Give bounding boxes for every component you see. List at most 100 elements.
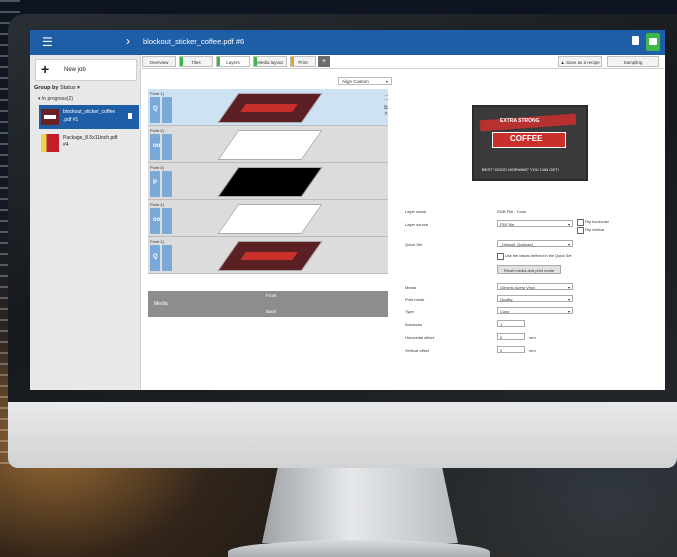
layer-type-control[interactable]: oo bbox=[150, 208, 160, 234]
tab-label: Layers bbox=[226, 60, 240, 65]
layer-type-glyph: oo bbox=[153, 217, 161, 223]
monitor-stand-base bbox=[228, 540, 490, 557]
tab-label: Tiles bbox=[191, 60, 201, 65]
preview-text: EXTRA STRONG bbox=[500, 118, 540, 124]
layer-preview-image bbox=[217, 93, 323, 123]
media-row: Media Front Back bbox=[148, 291, 388, 317]
layer-density-control[interactable] bbox=[162, 134, 172, 160]
layer-type-control[interactable]: oo bbox=[150, 134, 160, 160]
tab-print[interactable]: Print bbox=[290, 56, 316, 67]
layer-name-value: RGB File - Color bbox=[497, 209, 527, 214]
tab-label: Media layout bbox=[257, 60, 283, 65]
layer-row[interactable]: Point 3) P bbox=[148, 163, 388, 200]
tab-status-stripe bbox=[217, 57, 220, 66]
type-select[interactable]: Color ▾ bbox=[497, 307, 573, 314]
media-select[interactable]: Generic Avery Vinyl ▾ bbox=[497, 283, 573, 290]
job-name: Package_8.5x11inch.pdf bbox=[63, 135, 118, 141]
delete-job-icon[interactable] bbox=[128, 113, 132, 119]
align-select[interactable]: Align Custom ▾ bbox=[338, 77, 392, 85]
app-screen: ☰ › blockout_sticker_coffee.pdf #6 + New… bbox=[30, 30, 665, 390]
vertical-offset-input[interactable]: 0 bbox=[497, 346, 525, 353]
layer-row[interactable]: Point 4) oo bbox=[148, 126, 388, 163]
tab-overview[interactable]: Overview bbox=[142, 56, 176, 67]
document-title: blockout_sticker_coffee.pdf #6 bbox=[143, 37, 245, 46]
layer-source-label: Layer source bbox=[405, 222, 429, 227]
layer-name: Point 4) bbox=[150, 202, 164, 207]
tab-layers[interactable]: Layers bbox=[216, 56, 250, 67]
job-thumbnail bbox=[41, 109, 59, 125]
job-item[interactable]: Package_8.5x11inch.pdf #4 bbox=[39, 131, 139, 155]
align-value: Align Custom bbox=[342, 79, 369, 84]
layer-preview-white bbox=[217, 130, 323, 160]
horizontal-offset-input[interactable]: 0 bbox=[497, 333, 525, 340]
tab-status-stripe bbox=[291, 57, 294, 66]
back-label[interactable]: Back bbox=[266, 309, 276, 314]
layer-name: Point 4) bbox=[150, 128, 164, 133]
layer-row[interactable]: Point 1) Q bbox=[148, 237, 388, 274]
layer-preview-black bbox=[217, 167, 323, 197]
job-number: .pdf #1 bbox=[63, 117, 79, 123]
layer-density-control[interactable] bbox=[162, 171, 172, 197]
preview-text: COFFEE bbox=[510, 134, 543, 143]
layer-density-control[interactable] bbox=[162, 97, 172, 123]
instances-input[interactable]: 1 bbox=[497, 320, 525, 327]
close-icon[interactable]: ✕ bbox=[384, 111, 388, 117]
tab-media-layout[interactable]: Media layout bbox=[253, 56, 287, 67]
type-label: Type bbox=[405, 309, 414, 314]
top-bar: ☰ › blockout_sticker_coffee.pdf #6 bbox=[30, 30, 665, 55]
layer-type-control[interactable]: Q bbox=[150, 97, 160, 123]
layer-type-glyph: P bbox=[153, 180, 158, 186]
quick-set-value: _Default_Quickset_ bbox=[500, 242, 535, 247]
unit-label: mm bbox=[529, 335, 536, 340]
type-value: Color bbox=[500, 309, 510, 314]
front-label[interactable]: Front bbox=[266, 293, 277, 298]
layer-row[interactable]: Point 4) oo bbox=[148, 200, 388, 237]
horizontal-offset-label: Horizontal offset bbox=[405, 335, 434, 340]
layer-row[interactable]: Point 1) Q ︿ ﹀ ⧉ ✕ bbox=[148, 89, 389, 126]
group-by-label: Group by bbox=[34, 85, 59, 91]
quick-set-select[interactable]: _Default_Quickset_ ▾ bbox=[497, 240, 573, 247]
in-progress-section[interactable]: ▾ In progress(2) bbox=[38, 96, 73, 102]
reset-media-button[interactable]: Reset media and print mode bbox=[497, 265, 561, 274]
layer-source-select[interactable]: PDF file ▾ bbox=[497, 220, 573, 227]
job-thumbnail bbox=[41, 134, 59, 152]
save-recipe-button[interactable]: ▲ Save as a recipe bbox=[558, 56, 602, 67]
print-mode-select[interactable]: Quality ▾ bbox=[497, 295, 573, 302]
layer-actions: ︿ ﹀ ⧉ ✕ bbox=[384, 91, 392, 117]
layer-preview-large: EXTRA STRONG COFFEE BEST "GOOD MORNING" … bbox=[472, 105, 588, 181]
group-by-select[interactable]: Status bbox=[60, 85, 76, 91]
tab-tiles[interactable]: Tiles bbox=[179, 56, 213, 67]
move-up-icon[interactable]: ︿ bbox=[384, 92, 389, 98]
layers-workspace: Align Custom ▾ Point 1) Q ︿ ﹀ ⧉ ✕ Point … bbox=[142, 68, 663, 390]
chevron-down-icon: ▾ bbox=[567, 285, 570, 290]
layer-type-glyph: oo bbox=[153, 143, 161, 149]
job-item-selected[interactable]: blockout_sticker_coffee .pdf #1 bbox=[39, 105, 139, 129]
layer-type-control[interactable]: Q bbox=[150, 245, 160, 271]
job-panel: + New job Group by Status ▾ ▾ In progres… bbox=[30, 55, 141, 390]
print-mode-value: Quality bbox=[500, 297, 513, 302]
new-job-button[interactable]: + New job bbox=[35, 59, 137, 81]
chevron-down-icon: ▾ bbox=[385, 79, 388, 84]
print-button[interactable] bbox=[646, 33, 660, 51]
job-number: #4 bbox=[63, 142, 69, 148]
trash-icon[interactable] bbox=[632, 36, 639, 45]
media-value: Generic Avery Vinyl bbox=[500, 285, 535, 290]
layer-density-control[interactable] bbox=[162, 208, 172, 234]
tab-status-stripe bbox=[254, 57, 257, 66]
sampling-button[interactable]: Sampling bbox=[607, 56, 659, 67]
layer-name: Point 1) bbox=[150, 239, 164, 244]
quick-set-label: Quick Set bbox=[405, 242, 423, 247]
instances-label: Instances bbox=[405, 322, 423, 327]
layer-preview-image bbox=[217, 241, 323, 271]
layer-type-control[interactable]: P bbox=[150, 171, 160, 197]
chevron-right-icon[interactable]: › bbox=[126, 34, 130, 48]
use-quickset-checkbox[interactable] bbox=[497, 253, 504, 260]
flip-vertical-checkbox[interactable] bbox=[577, 227, 584, 234]
unit-label: mm bbox=[529, 348, 536, 353]
flip-horizontal-checkbox[interactable] bbox=[577, 219, 584, 226]
job-name: blockout_sticker_coffee bbox=[63, 109, 116, 115]
add-tab-button[interactable]: + bbox=[318, 56, 330, 67]
hamburger-menu-icon[interactable]: ☰ bbox=[42, 35, 53, 49]
layer-density-control[interactable] bbox=[162, 245, 172, 271]
layer-type-glyph: Q bbox=[153, 254, 158, 260]
